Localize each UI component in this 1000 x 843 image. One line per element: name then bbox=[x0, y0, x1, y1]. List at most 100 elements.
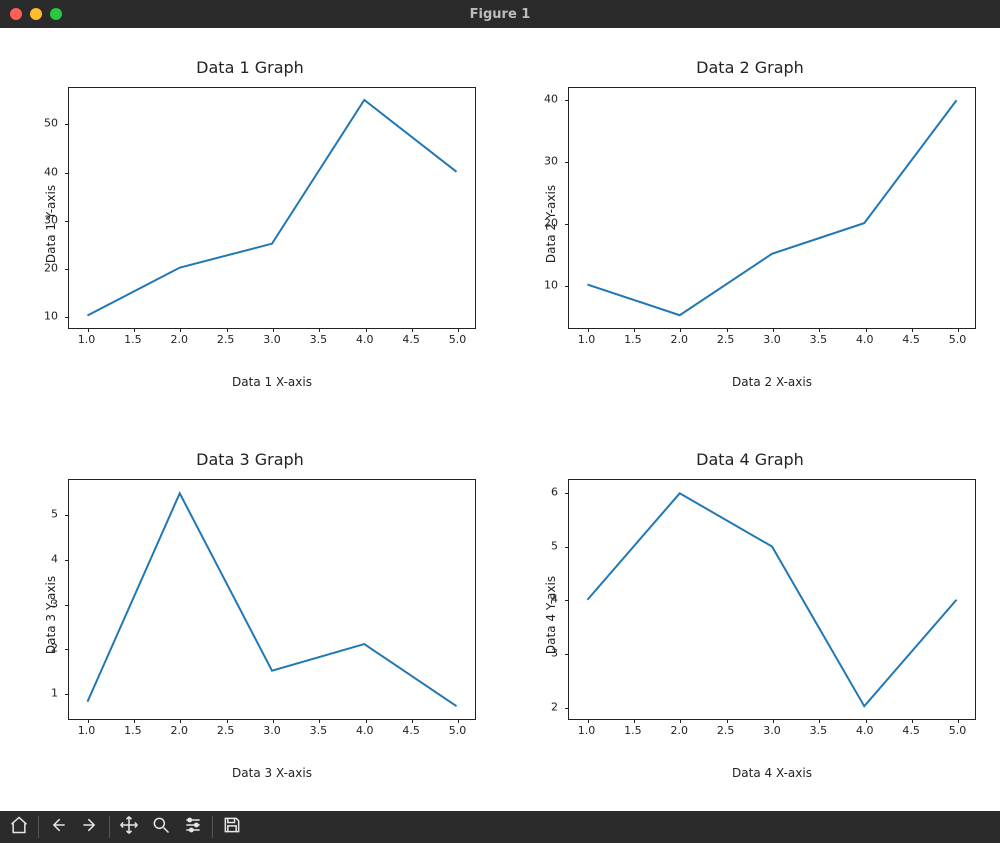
save-button[interactable] bbox=[217, 812, 247, 842]
home-button[interactable] bbox=[4, 812, 34, 842]
x-tick-label: 4.0 bbox=[356, 333, 374, 346]
y-tick-label: 4 bbox=[51, 553, 58, 566]
x-tick-label: 3.5 bbox=[310, 333, 328, 346]
x-tick-label: 4.0 bbox=[856, 724, 874, 737]
back-button[interactable] bbox=[43, 812, 73, 842]
x-tick-label: 3.0 bbox=[763, 333, 781, 346]
x-tick-label: 5.0 bbox=[449, 724, 467, 737]
arrow-left-icon bbox=[48, 815, 68, 839]
y-tick-label: 2 bbox=[51, 642, 58, 655]
y-tick-label: 3 bbox=[551, 646, 558, 659]
y-tick-label: 5 bbox=[51, 508, 58, 521]
y-tick-label: 10 bbox=[544, 279, 558, 292]
chart-title: Data 4 Graph bbox=[510, 450, 990, 469]
sliders-icon bbox=[183, 815, 203, 839]
x-axis-label: Data 1 X-axis bbox=[68, 375, 476, 389]
forward-button[interactable] bbox=[75, 812, 105, 842]
y-ticks: 1 2 3 4 5 bbox=[10, 479, 64, 721]
x-tick-label: 1.5 bbox=[624, 333, 642, 346]
x-tick-label: 2.5 bbox=[717, 724, 735, 737]
move-icon bbox=[119, 815, 139, 839]
chart-title: Data 2 Graph bbox=[510, 58, 990, 77]
x-tick-label: 5.0 bbox=[949, 333, 967, 346]
x-tick-label: 2.0 bbox=[671, 333, 689, 346]
x-axis-label: Data 2 X-axis bbox=[568, 375, 976, 389]
x-tick-label: 2.5 bbox=[217, 724, 235, 737]
x-tick-label: 1.5 bbox=[124, 724, 142, 737]
x-tick-label: 5.0 bbox=[449, 333, 467, 346]
x-tick-label: 2.0 bbox=[171, 724, 189, 737]
x-tick-label: 1.0 bbox=[578, 724, 596, 737]
chart-title: Data 3 Graph bbox=[10, 450, 490, 469]
x-ticks: 1.01.52.02.53.03.54.04.55.0 bbox=[68, 333, 476, 349]
y-tick-label: 6 bbox=[551, 485, 558, 498]
subplot-1: Data 1 GraphData 1 Y-axis10203040501.01.… bbox=[10, 58, 490, 390]
x-tick-label: 4.0 bbox=[856, 333, 874, 346]
window-title: Figure 1 bbox=[0, 7, 1000, 22]
x-tick-label: 2.0 bbox=[171, 333, 189, 346]
y-ticks: 23456 bbox=[510, 479, 564, 721]
y-tick-label: 3 bbox=[51, 597, 58, 610]
x-ticks: 1.0 1.5 2.0 2.5 3.0 3.5 4.0 4.5 5.0 bbox=[68, 724, 476, 740]
plot-box: Data 2 Y-axis102030401.01.52.02.53.03.54… bbox=[510, 83, 990, 365]
x-tick-label: 3.0 bbox=[763, 724, 781, 737]
home-icon bbox=[9, 815, 29, 839]
y-tick-label: 4 bbox=[551, 593, 558, 606]
subplot-4: Data 4 GraphData 4 Y-axis234561.01.52.02… bbox=[510, 450, 990, 782]
y-ticks: 10203040 bbox=[510, 87, 564, 329]
x-tick-label: 5.0 bbox=[949, 724, 967, 737]
plot-area[interactable] bbox=[568, 87, 976, 329]
pan-button[interactable] bbox=[114, 812, 144, 842]
plot-area[interactable] bbox=[68, 87, 476, 329]
figure-canvas: Data 1 GraphData 1 Y-axis10203040501.01.… bbox=[0, 28, 1000, 811]
zoom-button[interactable] bbox=[146, 812, 176, 842]
matplotlib-toolbar bbox=[0, 811, 1000, 843]
x-tick-label: 4.0 bbox=[356, 724, 374, 737]
x-ticks: 1.01.52.02.53.03.54.04.55.0 bbox=[568, 724, 976, 740]
x-tick-label: 3.5 bbox=[810, 333, 828, 346]
window-titlebar: Figure 1 bbox=[0, 0, 1000, 28]
subplot-3: Data 3 GraphData 3 Y-axis123451.01.52.02… bbox=[10, 450, 490, 782]
x-tick-label: 4.5 bbox=[402, 724, 420, 737]
y-tick-label: 30 bbox=[544, 155, 558, 168]
toolbar-separator bbox=[38, 816, 39, 838]
subplot-2: Data 2 GraphData 2 Y-axis102030401.01.52… bbox=[510, 58, 990, 390]
data-line bbox=[569, 88, 975, 328]
y-tick-label: 1 bbox=[51, 687, 58, 700]
subplot-grid: Data 1 GraphData 1 Y-axis10203040501.01.… bbox=[0, 28, 1000, 811]
y-tick-label: 20 bbox=[544, 217, 558, 230]
x-tick-label: 3.0 bbox=[263, 724, 281, 737]
plot-box: Data 1 Y-axis10203040501.01.52.02.53.03.… bbox=[10, 83, 490, 365]
plot-area[interactable] bbox=[68, 479, 476, 721]
x-axis-label: Data 4 X-axis bbox=[568, 766, 976, 780]
save-icon bbox=[222, 815, 242, 839]
data-line bbox=[69, 480, 475, 720]
x-tick-label: 2.0 bbox=[671, 724, 689, 737]
y-tick-label: 10 bbox=[44, 310, 58, 323]
plot-area[interactable] bbox=[568, 479, 976, 721]
y-tick-label: 20 bbox=[44, 262, 58, 275]
x-tick-label: 1.0 bbox=[578, 333, 596, 346]
plot-box: Data 3 Y-axis123451.01.52.02.53.03.54.04… bbox=[10, 475, 490, 757]
x-tick-label: 1.0 bbox=[78, 724, 96, 737]
y-tick-label: 5 bbox=[551, 539, 558, 552]
x-ticks: 1.0 1.5 2.0 2.5 3.0 3.5 4.0 4.5 5.0 bbox=[568, 333, 976, 349]
x-tick-label: 4.5 bbox=[402, 333, 420, 346]
y-tick-label: 40 bbox=[44, 165, 58, 178]
toolbar-separator bbox=[212, 816, 213, 838]
x-tick-label: 2.5 bbox=[717, 333, 735, 346]
x-tick-label: 3.5 bbox=[810, 724, 828, 737]
y-ticks: 1020304050 bbox=[10, 87, 64, 329]
search-icon bbox=[151, 815, 171, 839]
x-axis-label: Data 3 X-axis bbox=[68, 766, 476, 780]
x-tick-label: 3.5 bbox=[310, 724, 328, 737]
x-tick-label: 1.5 bbox=[624, 724, 642, 737]
data-line bbox=[569, 480, 975, 720]
configure-subplots-button[interactable] bbox=[178, 812, 208, 842]
y-tick-label: 30 bbox=[44, 213, 58, 226]
x-tick-label: 3.0 bbox=[263, 333, 281, 346]
x-tick-label: 4.5 bbox=[902, 333, 920, 346]
x-tick-label: 1.0 bbox=[78, 333, 96, 346]
x-tick-label: 1.5 bbox=[124, 333, 142, 346]
toolbar-separator bbox=[109, 816, 110, 838]
